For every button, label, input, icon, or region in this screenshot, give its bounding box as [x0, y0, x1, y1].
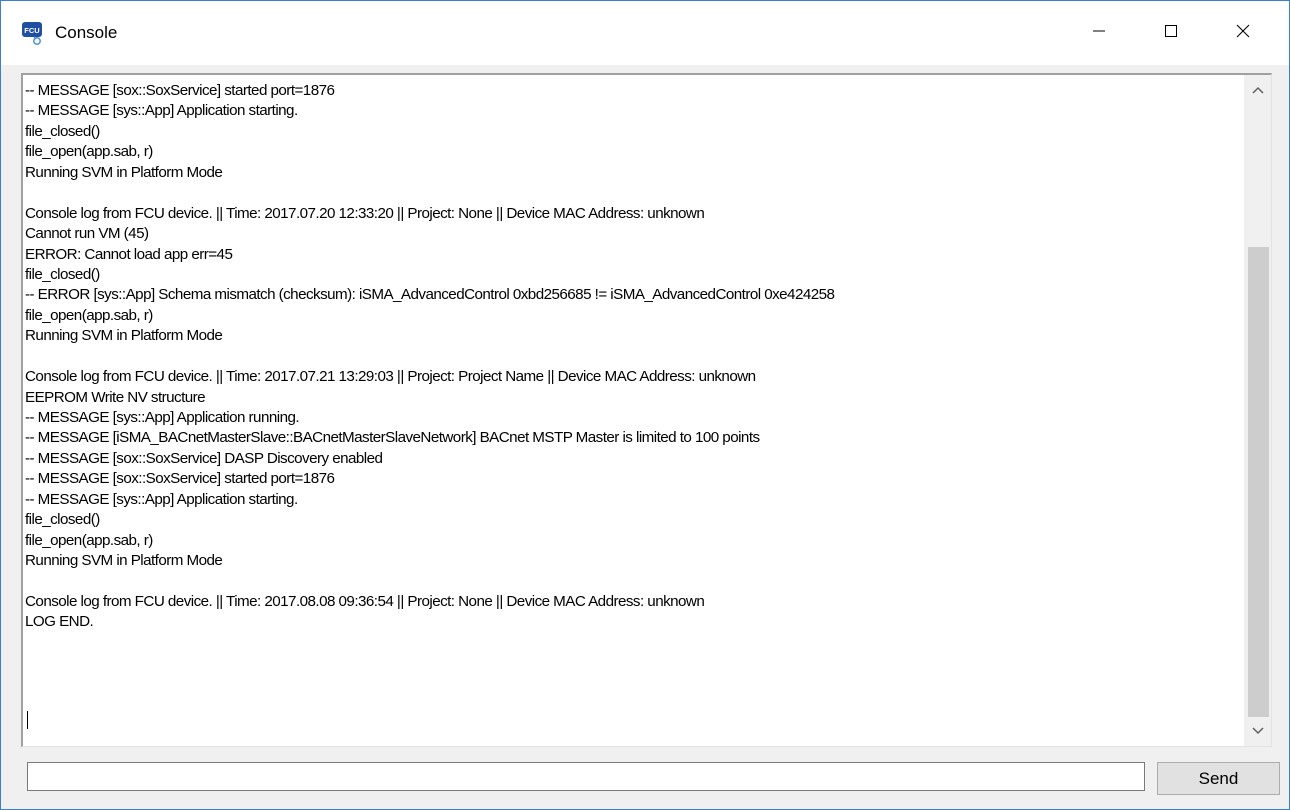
- send-button[interactable]: Send: [1157, 762, 1280, 795]
- title-bar[interactable]: FCU Console: [1, 1, 1289, 65]
- fcu-app-icon: FCU: [22, 22, 46, 46]
- console-log-line: -- MESSAGE [sys::App] Application runnin…: [25, 409, 300, 426]
- scroll-thumb[interactable]: [1248, 247, 1269, 717]
- console-log-line: Running SVM in Platform Mode: [25, 163, 223, 181]
- console-log-line: [25, 347, 1243, 367]
- console-log-line: -- ERROR [sys::App] Schema mismatch (che…: [25, 286, 835, 304]
- console-log-line: Console log from FCU device. || Time: 20…: [25, 368, 756, 386]
- close-icon: [1235, 23, 1251, 44]
- maximize-icon: [1163, 23, 1179, 44]
- window-title: Console: [55, 23, 118, 42]
- minimize-icon: [1091, 23, 1107, 44]
- scroll-up-button[interactable]: [1244, 75, 1271, 105]
- text-caret: [27, 711, 28, 729]
- console-log-line: Cannot run VM (45): [25, 225, 149, 243]
- app-icon-text: FCU: [24, 26, 39, 35]
- vertical-scrollbar[interactable]: [1244, 75, 1271, 746]
- close-button[interactable]: [1211, 1, 1275, 65]
- console-log-line: Running SVM in Platform Mode: [25, 327, 223, 345]
- console-log-line: Console log from FCU device. || Time: 20…: [25, 592, 705, 610]
- chevron-down-icon: [1251, 722, 1264, 740]
- console-log-line: -- MESSAGE [iSMA_BACnetMasterSlave::BACn…: [25, 429, 760, 447]
- console-log-line: file_open(app.sab, r): [25, 306, 153, 324]
- console-log-line: [25, 183, 1243, 203]
- console-log-line: EEPROM Write NV structure: [25, 388, 206, 406]
- console-log-line: -- MESSAGE [sox::SoxService] started por…: [25, 470, 335, 488]
- console-log-line: file_closed(): [25, 511, 100, 529]
- minimize-button[interactable]: [1067, 1, 1131, 65]
- console-log-line: [25, 572, 1243, 592]
- scroll-down-button[interactable]: [1244, 716, 1271, 746]
- chevron-up-icon: [1251, 81, 1264, 99]
- console-log-line: LOG END.: [25, 613, 94, 631]
- console-log-line: Console log from FCU device. || Time: 20…: [25, 204, 705, 222]
- console-log-line: -- MESSAGE [sys::App] Application starti…: [25, 490, 298, 508]
- console-log-line: -- MESSAGE [sox::SoxService] DASP Discov…: [25, 449, 383, 467]
- command-input[interactable]: [27, 762, 1145, 791]
- console-log-line: -- MESSAGE [sox::SoxService] started por…: [25, 82, 335, 99]
- maximize-button[interactable]: [1139, 1, 1203, 65]
- console-output[interactable]: -- MESSAGE [sox::SoxService] started por…: [21, 73, 1272, 747]
- console-window: FCU Console -- MESSAGE [sox::SoxService]…: [0, 0, 1290, 810]
- console-log-line: -- MESSAGE [sys::App] Application starti…: [25, 102, 298, 120]
- console-log-line: file_open(app.sab, r): [25, 531, 153, 549]
- console-log-line: Running SVM in Platform Mode: [25, 552, 223, 570]
- console-log-text[interactable]: -- MESSAGE [sox::SoxService] started por…: [25, 81, 1243, 741]
- console-log-line: file_open(app.sab, r): [25, 143, 153, 161]
- console-log-line: file_closed(): [25, 265, 100, 283]
- console-log-line: file_closed(): [25, 122, 100, 140]
- console-log-line: ERROR: Cannot load app err=45: [25, 245, 233, 263]
